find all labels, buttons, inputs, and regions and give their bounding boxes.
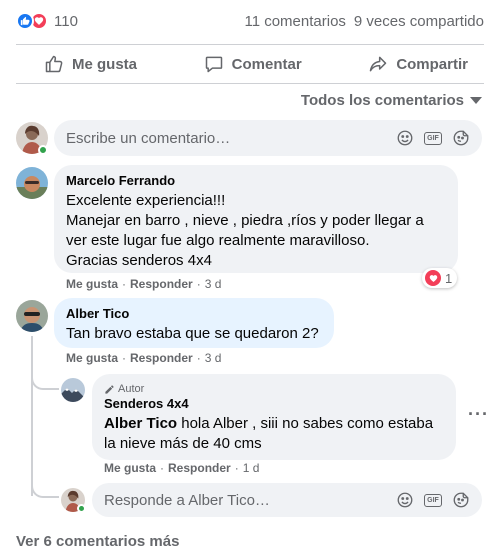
sticker-icon[interactable] xyxy=(452,129,470,147)
reply-reply-link[interactable]: Responder xyxy=(168,461,231,475)
comment-text-line: Manejar en barro , nieve , piedra ,ríos … xyxy=(66,212,424,229)
reply-thread-connector xyxy=(31,372,59,390)
comment-author[interactable]: Alber Tico xyxy=(66,306,322,322)
online-status-dot xyxy=(77,504,86,513)
post-stats: 11 comentarios 9 veces compartido xyxy=(244,13,484,30)
share-arrow-icon xyxy=(370,56,387,72)
view-more-comments-link[interactable]: Ver 6 comentarios más xyxy=(16,533,179,550)
comment-actions: Me gusta · Responder · 3 d xyxy=(66,351,221,365)
comment-timestamp[interactable]: 3 d xyxy=(205,351,222,365)
love-icon xyxy=(425,270,441,286)
reactions-summary[interactable]: 110 xyxy=(16,12,78,30)
reply-input[interactable]: Responde a Alber Tico… GIF xyxy=(92,483,482,517)
comment-text-line: Excelente experiencia!!! xyxy=(66,192,226,209)
comment-input[interactable]: Escribe un comentario… GIF xyxy=(54,120,482,156)
caret-down-icon xyxy=(470,97,482,104)
separator: · xyxy=(160,461,165,475)
online-status-dot xyxy=(38,145,48,155)
separator: · xyxy=(122,277,127,291)
comment-bubble-highlighted: Alber Tico Tan bravo estaba que se queda… xyxy=(54,298,334,348)
share-button-label: Compartir xyxy=(396,55,468,73)
comment-input-placeholder: Escribe un comentario… xyxy=(66,129,231,147)
thumbs-up-icon xyxy=(45,55,63,73)
emoji-icon[interactable] xyxy=(396,129,414,147)
post-stats-bar: 110 11 comentarios 9 veces compartido xyxy=(16,8,484,34)
commenter-avatar[interactable] xyxy=(16,300,48,332)
page-avatar[interactable] xyxy=(61,378,85,402)
comment-reply-link[interactable]: Responder xyxy=(130,277,193,291)
reply-text: Alber Tico hola Alber , siii no sabes co… xyxy=(104,414,444,454)
mention-link[interactable]: Alber Tico xyxy=(104,415,177,432)
author-badge-label: Autor xyxy=(118,383,145,395)
emoji-icon[interactable] xyxy=(396,491,414,509)
separator: · xyxy=(122,351,127,365)
separator: · xyxy=(196,351,201,365)
comment-input-tools: GIF xyxy=(386,129,470,147)
gif-icon[interactable]: GIF xyxy=(424,491,442,509)
sort-label: Todos los comentarios xyxy=(300,92,464,109)
reply-input-tools: GIF xyxy=(386,491,470,509)
comments-count[interactable]: 11 comentarios xyxy=(244,13,345,30)
shares-count[interactable]: 9 veces compartido xyxy=(354,13,484,30)
comment-reply-link[interactable]: Responder xyxy=(130,351,193,365)
comment-timestamp[interactable]: 3 d xyxy=(205,277,222,291)
comment-reaction-count[interactable]: 1 xyxy=(422,268,458,288)
reply-text-line: Alber Tico hola Alber , siii no sabes co… xyxy=(104,414,444,434)
reply-bubble: Autor Senderos 4x4 Alber Tico hola Alber… xyxy=(92,374,456,460)
reaction-icons xyxy=(16,12,48,30)
reply-input-placeholder: Responde a Alber Tico… xyxy=(104,491,270,509)
reaction-count-value: 1 xyxy=(445,270,453,286)
reply-actions: Me gusta · Responder · 1 d xyxy=(104,461,259,475)
comment-bubble-icon xyxy=(205,56,222,73)
reply-text-content: hola Alber , siii no sabes como estaba xyxy=(177,415,434,432)
sticker-icon[interactable] xyxy=(452,491,470,509)
pencil-icon xyxy=(105,384,114,394)
reaction-count: 110 xyxy=(54,12,78,30)
reply-text-line: la nieve más de 40 cms xyxy=(104,435,262,452)
comment-text: Tan bravo estaba que se quedaron 2? xyxy=(66,325,319,342)
like-button-label: Me gusta xyxy=(72,55,138,73)
comment-text-line: ver este lugar fue algo realmente maravi… xyxy=(66,232,370,249)
reply-thread-line xyxy=(31,336,33,496)
author-badge: Autor xyxy=(104,382,444,396)
like-button[interactable]: Me gusta xyxy=(44,54,137,74)
comment-text-line: Gracias senderos 4x4 xyxy=(66,252,212,269)
more-options-icon[interactable]: ··· xyxy=(468,404,489,425)
reply-like-link[interactable]: Me gusta xyxy=(104,461,156,475)
reply-thread-connector xyxy=(31,480,59,498)
comment-like-link[interactable]: Me gusta xyxy=(66,277,118,291)
comment-button[interactable]: Comentar xyxy=(204,54,302,74)
comment-button-label: Comentar xyxy=(231,55,302,73)
comment-text: Excelente experiencia!!! Manejar en barr… xyxy=(66,191,446,271)
share-button[interactable]: Compartir xyxy=(368,54,468,74)
separator: · xyxy=(234,461,239,475)
reply-timestamp[interactable]: 1 d xyxy=(243,461,260,475)
separator: · xyxy=(196,277,201,291)
post-action-bar: Me gusta Comentar Compartir xyxy=(16,44,484,84)
like-icon xyxy=(16,12,34,30)
commenter-avatar[interactable] xyxy=(16,167,48,199)
comment-sort-dropdown[interactable]: Todos los comentarios xyxy=(301,92,482,109)
gif-icon[interactable]: GIF xyxy=(424,129,442,147)
comment-bubble: Marcelo Ferrando Excelente experiencia!!… xyxy=(54,165,458,273)
comment-actions: Me gusta · Responder · 3 d xyxy=(66,277,221,291)
comment-like-link[interactable]: Me gusta xyxy=(66,351,118,365)
reply-author[interactable]: Senderos 4x4 xyxy=(104,396,444,412)
comment-author[interactable]: Marcelo Ferrando xyxy=(66,173,446,189)
